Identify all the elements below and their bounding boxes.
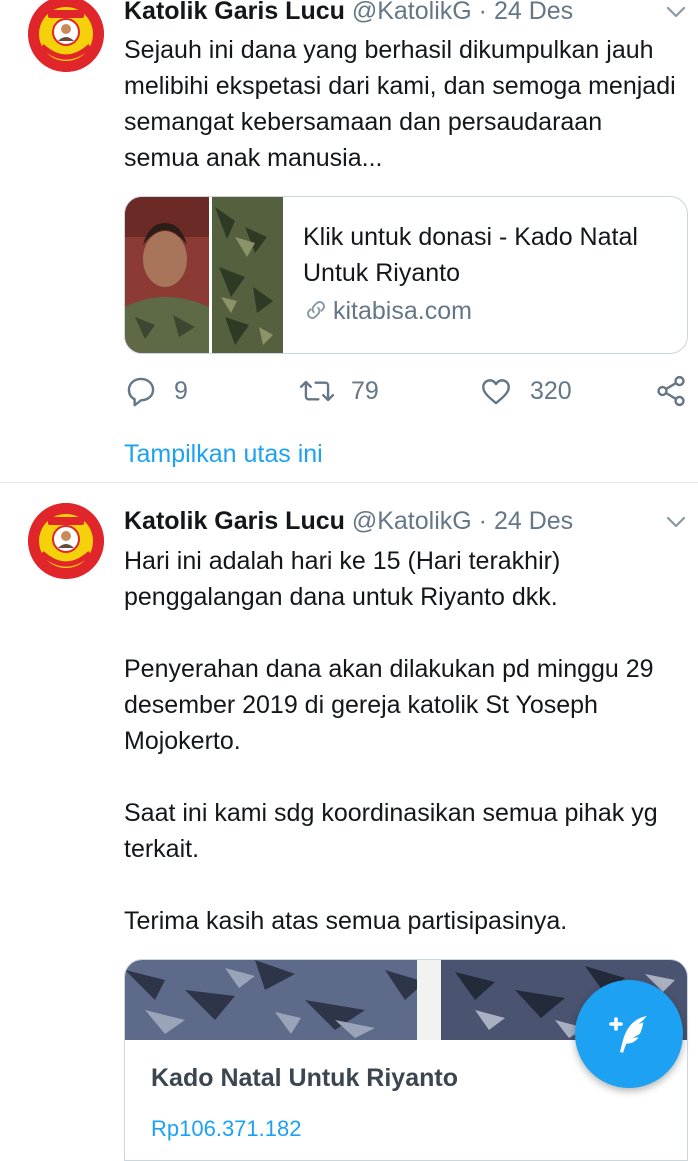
reply-button[interactable]: 9 — [124, 372, 188, 410]
like-count: 320 — [530, 376, 572, 405]
tweet-header: Katolik Garis Lucu @KatolikG · 24 Des — [124, 504, 573, 538]
tweet-header: Katolik Garis Lucu @KatolikG · 24 Des — [124, 0, 573, 28]
compose-tweet-button[interactable] — [575, 980, 683, 1088]
reply-count: 9 — [174, 376, 188, 405]
card-title: Klik untuk donasi - Kado Natal Untuk Riy… — [303, 223, 638, 287]
like-button[interactable]: 320 — [478, 372, 572, 410]
retweet-button[interactable]: 79 — [299, 372, 379, 410]
card-domain-text: kitabisa.com — [333, 297, 472, 325]
link-icon — [307, 301, 325, 319]
chevron-down-icon[interactable] — [664, 0, 688, 24]
reply-icon — [127, 377, 155, 407]
heart-icon — [482, 379, 510, 405]
author-name[interactable]: Katolik Garis Lucu — [124, 0, 345, 25]
separator: · — [478, 0, 487, 25]
tweet-date[interactable]: 24 Des — [494, 507, 573, 535]
retweet-count: 79 — [351, 376, 379, 405]
compose-tweet-icon — [609, 1016, 647, 1053]
show-thread-link[interactable]: Tampilkan utas ini — [124, 436, 323, 472]
author-handle[interactable]: @KatolikG — [352, 507, 472, 535]
avatar[interactable] — [28, 0, 104, 72]
card-subtitle: Rp106.371.182 — [151, 1116, 302, 1141]
avatar[interactable] — [28, 503, 104, 579]
card-domain: kitabisa.com — [303, 293, 472, 329]
tweet-paragraph: Penyerahan dana akan dilakukan pd minggu… — [124, 655, 654, 755]
author-name[interactable]: Katolik Garis Lucu — [124, 507, 345, 535]
link-card[interactable]: Klik untuk donasi - Kado Natal Untuk Riy… — [124, 196, 688, 354]
author-handle[interactable]: @KatolikG — [352, 0, 472, 25]
tweet-text: Hari ini adalah hari ke 15 (Hari terakhi… — [124, 543, 684, 939]
tweet-date[interactable]: 24 Des — [494, 0, 573, 25]
tweet-paragraph: Terima kasih atas semua partisipasinya. — [124, 907, 568, 935]
tweet-text: Sejauh ini dana yang berhasil dikumpulka… — [124, 32, 684, 176]
retweet-icon — [299, 380, 335, 402]
share-button[interactable] — [654, 372, 688, 410]
chevron-down-icon[interactable] — [664, 510, 688, 534]
card-title: Kado Natal Untuk Riyanto — [151, 1064, 458, 1092]
tweet-paragraph: Sejauh ini dana yang berhasil dikumpulka… — [124, 36, 676, 172]
separator: · — [478, 507, 487, 535]
card-thumbnail — [125, 197, 283, 353]
tweet-actions: 9 79 320 — [124, 372, 690, 410]
tweet[interactable]: Katolik Garis Lucu @KatolikG · 24 Des Se… — [0, 0, 698, 482]
share-icon — [657, 375, 685, 407]
tweet-paragraph: Hari ini adalah hari ke 15 (Hari terakhi… — [124, 547, 561, 611]
tweet-paragraph: Saat ini kami sdg koordinasikan semua pi… — [124, 799, 658, 863]
